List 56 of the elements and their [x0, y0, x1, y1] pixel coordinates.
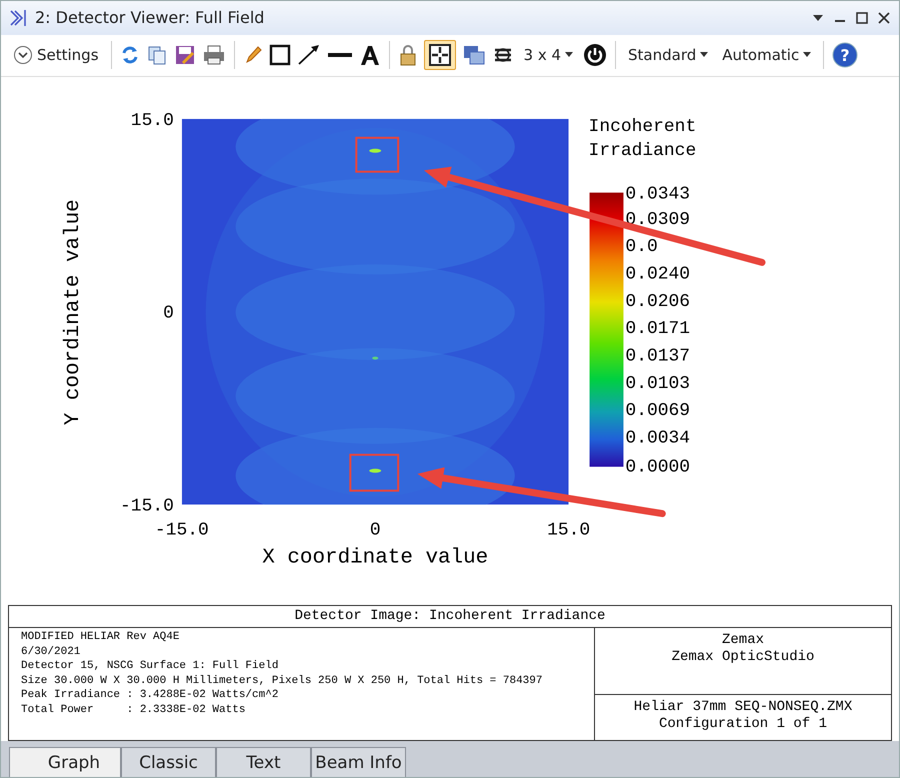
- caret-icon: [700, 52, 708, 58]
- color-scale-label: 0.0034: [625, 428, 690, 448]
- maximize-icon[interactable]: [855, 10, 869, 25]
- window-title: 2: Detector Viewer: Full Field: [35, 8, 266, 28]
- x-tick-label: 0: [370, 520, 381, 540]
- tab[interactable]: Graph: [9, 747, 121, 777]
- dropdown-icon[interactable]: [811, 12, 825, 23]
- tab[interactable]: Text: [216, 747, 311, 777]
- y-tick-label: 0: [163, 304, 174, 324]
- color-scale-label: 0.0343: [625, 184, 690, 204]
- save-icon[interactable]: [174, 44, 196, 66]
- crosshair-toggle-button[interactable]: [424, 40, 456, 70]
- help-icon[interactable]: ?: [832, 42, 858, 68]
- tab[interactable]: Beam Info: [311, 747, 406, 777]
- y-tick-label: 15.0: [130, 110, 174, 131]
- color-scale-label: 0.0069: [625, 400, 690, 421]
- x-tick-label: 15.0: [547, 520, 590, 540]
- windows-icon[interactable]: [462, 44, 486, 66]
- chevron-down-icon: [13, 45, 33, 66]
- color-scale-label: 0.0: [625, 237, 658, 258]
- settings-button[interactable]: Settings: [9, 40, 103, 70]
- copy-icon[interactable]: [146, 44, 168, 66]
- lock-icon[interactable]: [398, 43, 418, 68]
- legend-title: Irradiance: [588, 140, 696, 161]
- layout-dropdown[interactable]: 3 x 4: [520, 40, 578, 70]
- window-icon: [9, 8, 27, 28]
- x-tick-label: -15.0: [154, 520, 209, 540]
- x-axis-label: X coordinate value: [262, 546, 488, 570]
- color-scale-label: 0.0137: [625, 346, 690, 366]
- legend-title: Incoherent: [588, 116, 696, 137]
- info-file: Heliar 37mm SEQ-NONSEQ.ZMX Configuration 1 of 1: [595, 694, 891, 740]
- highlight-frame: [349, 454, 400, 492]
- refresh-icon[interactable]: [120, 44, 140, 66]
- y-tick-label: -15.0: [120, 496, 174, 516]
- color-scale-label: 0.0103: [625, 374, 690, 394]
- arrow-icon[interactable]: [296, 44, 321, 66]
- close-icon[interactable]: [877, 10, 891, 25]
- caret-icon: [565, 52, 574, 58]
- automatic-dropdown[interactable]: Automatic: [718, 40, 816, 70]
- standard-dropdown[interactable]: Standard: [624, 40, 712, 70]
- text-tool-icon[interactable]: [358, 44, 381, 66]
- caret-icon: [803, 52, 812, 58]
- info-title: Detector Image: Incoherent Irradiance: [9, 606, 891, 628]
- highlight-frame: [355, 136, 400, 172]
- color-scale-label: 0.0309: [625, 210, 690, 230]
- info-details: MODIFIED HELIAR Rev AQ4E 6/30/2021 Detector 15, NSCG Surface 1: Full Field Size 30.000 W X 30.000 H Millimeters, Pixels 250 W X 250 H, Total Hits = 784397 Peak Irradiance : 3.4288E-02 Watts/cm^2 Total Power : 2.3338E-02 Watts: [9, 628, 595, 740]
- color-scale-label: 0.0206: [625, 292, 690, 312]
- power-icon[interactable]: [583, 43, 608, 68]
- y-axis-label: Y coordinate value: [62, 199, 86, 426]
- color-scale-label: 0.0000: [625, 458, 690, 478]
- printer-icon[interactable]: [202, 44, 226, 66]
- rectangle-icon[interactable]: [268, 44, 291, 66]
- info-company: Zemax Zemax OpticStudio: [670, 631, 816, 668]
- color-scale-label: 0.0240: [625, 264, 690, 284]
- color-scale-label: 0.0171: [625, 318, 690, 339]
- tab[interactable]: Classic: [121, 747, 216, 777]
